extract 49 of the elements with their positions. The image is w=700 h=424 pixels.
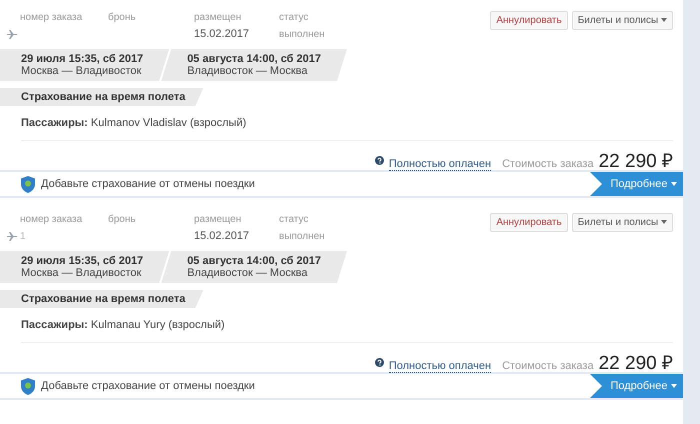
passengers-text: Пассажиры: Kulmanau Yury (взрослый) (21, 319, 673, 343)
placed-label: размещен (194, 12, 242, 22)
payment-status-link[interactable]: Полностью оплачен (388, 360, 492, 373)
segment-date: 29 июля 15:35, сб 2017 (21, 255, 144, 267)
cost-label: Стоимость заказа (502, 360, 594, 372)
promo-text: Добавьте страхование от отмены поездки (41, 380, 256, 392)
order-cost: 22 290 ₽ (598, 150, 673, 173)
segment-route: Владивосток — Москва (187, 65, 308, 77)
cost-label: Стоимость заказа (502, 158, 594, 170)
caret-icon (661, 220, 667, 224)
caret-icon (670, 182, 677, 186)
booking-label: бронь (108, 214, 137, 224)
cancel-button[interactable]: Аннулировать (490, 213, 568, 232)
caret-icon (661, 18, 667, 22)
plane-icon (7, 232, 18, 240)
order-number-label: номер заказа (20, 214, 84, 224)
cancel-button[interactable]: Аннулировать (490, 11, 568, 30)
segment-date: 05 августа 14:00, сб 2017 (187, 255, 322, 267)
status-value: выполнен (279, 28, 326, 40)
status-label: статус (279, 12, 310, 22)
status-value: выполнен (279, 230, 326, 242)
booking-label: бронь (108, 12, 137, 22)
help-icon (374, 156, 384, 164)
tickets-dropdown-button[interactable]: Билеты и полисы (572, 213, 673, 232)
segment-route: Москва — Владивосток (21, 267, 142, 279)
order-number: 1 (20, 230, 27, 242)
shield-icon (21, 378, 35, 394)
shield-icon (21, 176, 35, 192)
more-button[interactable]: Подробнее (590, 374, 683, 398)
order-number-label: номер заказа (20, 12, 84, 22)
placed-date: 15.02.2017 (194, 230, 250, 242)
more-button[interactable]: Подробнее (590, 172, 683, 196)
insurance-tag: Страхование на время полета (0, 88, 204, 106)
segment-route: Москва — Владивосток (21, 65, 142, 77)
insurance-tag: Страхование на время полета (0, 290, 204, 308)
segment-date: 29 июля 15:35, сб 2017 (21, 53, 144, 65)
tickets-dropdown-button[interactable]: Билеты и полисы (572, 11, 673, 30)
help-icon (374, 358, 384, 366)
passengers-text: Пассажиры: Kulmanov Vladislav (взрослый) (21, 117, 673, 141)
caret-icon (670, 384, 677, 388)
status-label: статус (279, 214, 310, 224)
segment-date: 05 августа 14:00, сб 2017 (187, 53, 322, 65)
placed-label: размещен (194, 214, 242, 224)
plane-icon (7, 30, 18, 38)
placed-date: 15.02.2017 (194, 28, 250, 40)
segment-route: Владивосток — Москва (187, 267, 308, 279)
payment-status-link[interactable]: Полностью оплачен (388, 158, 492, 171)
order-cost: 22 290 ₽ (598, 352, 673, 375)
promo-text: Добавьте страхование от отмены поездки (41, 178, 256, 190)
